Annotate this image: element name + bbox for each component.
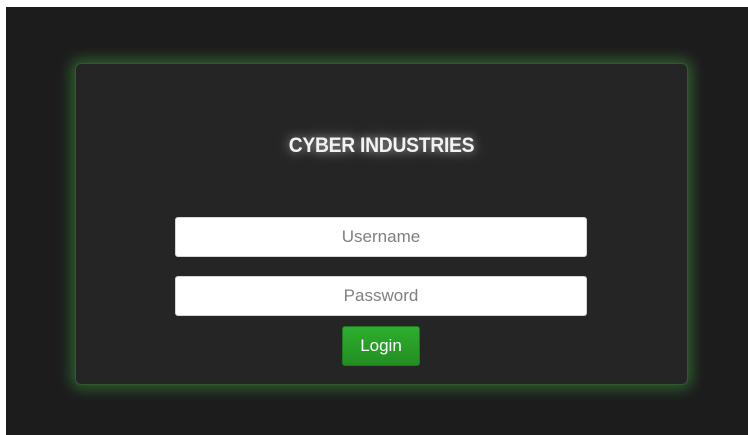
login-screen: CYBER INDUSTRIES Login — [6, 7, 748, 435]
password-input[interactable] — [175, 276, 587, 316]
username-input[interactable] — [175, 217, 587, 257]
login-panel: CYBER INDUSTRIES Login — [75, 63, 688, 385]
login-button[interactable]: Login — [342, 326, 420, 366]
page-title: CYBER INDUSTRIES — [288, 134, 475, 157]
